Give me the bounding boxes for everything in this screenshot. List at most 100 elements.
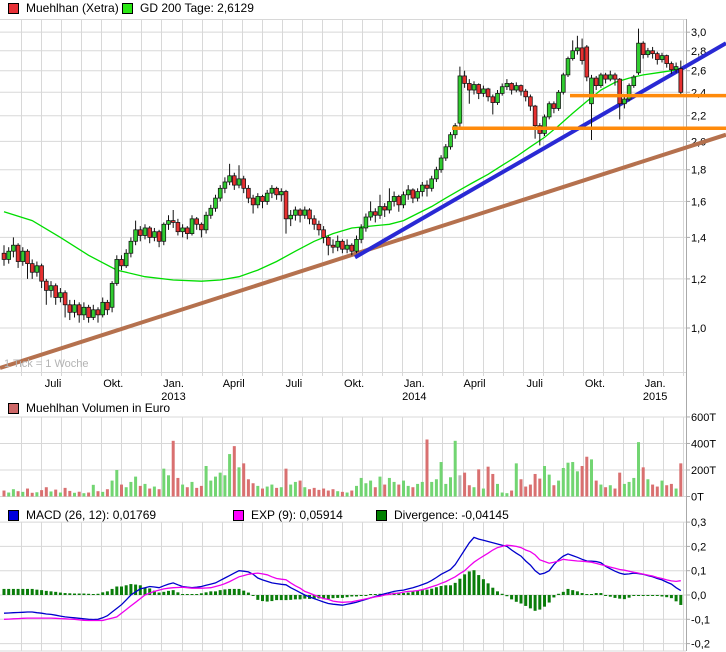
svg-text:-0,1: -0,1 xyxy=(691,614,710,626)
legend-exp: EXP (9): 0,05914 xyxy=(233,508,343,522)
divergence-bar xyxy=(326,595,330,600)
divergence-bar xyxy=(21,588,25,595)
divergence-bar xyxy=(270,595,274,602)
divergence-bar xyxy=(73,593,76,595)
divergence-bar xyxy=(373,594,377,595)
exp-color-swatch-icon xyxy=(233,509,244,521)
divergence-bar xyxy=(279,595,283,601)
volume-bar xyxy=(214,476,217,497)
volume-bar xyxy=(561,467,565,497)
divergence-bar xyxy=(646,595,650,596)
volume-bar xyxy=(632,477,636,497)
volume-bar xyxy=(590,459,593,497)
divergence-bar xyxy=(345,595,349,598)
volume-bar xyxy=(134,476,138,497)
volume-bar xyxy=(293,481,297,497)
volume-bar xyxy=(387,477,391,497)
volume-bar xyxy=(251,483,255,497)
volume-bar xyxy=(340,491,344,497)
divergence-bar xyxy=(679,595,683,605)
volume-bar xyxy=(458,475,462,497)
volume-bar xyxy=(40,490,44,497)
divergence-bar xyxy=(181,594,185,595)
volume-bar xyxy=(105,489,109,497)
volume-bar xyxy=(232,446,236,497)
legend-exp-label: EXP (9): 0,05914 xyxy=(251,508,343,522)
volume-bar xyxy=(669,483,673,497)
volume-bar xyxy=(157,489,161,497)
divergence-bar xyxy=(7,588,11,595)
divergence-bar xyxy=(101,592,105,595)
svg-text:600T: 600T xyxy=(691,412,716,424)
divergence-bar xyxy=(524,595,528,606)
divergence-bar xyxy=(369,594,373,595)
volume-bar xyxy=(552,485,556,497)
volume-bar xyxy=(411,487,415,497)
volume-bar xyxy=(496,483,499,497)
volume-bar xyxy=(434,479,438,497)
volume-bar xyxy=(350,490,354,497)
divergence-bar xyxy=(91,594,95,595)
divergence-bar xyxy=(425,589,429,595)
divergence-bar xyxy=(63,593,67,595)
divergence-bar xyxy=(528,595,532,609)
volume-bar xyxy=(303,487,307,497)
svg-text:2014: 2014 xyxy=(402,391,426,403)
svg-text:0,0: 0,0 xyxy=(691,590,706,602)
divergence-bar xyxy=(618,595,622,599)
volume-bar xyxy=(463,472,467,497)
volume-bar xyxy=(364,483,368,497)
volume-bar xyxy=(378,476,382,497)
volume-bar xyxy=(651,484,655,497)
divergence-bar xyxy=(655,595,659,596)
divergence-bar xyxy=(599,593,603,595)
svg-text:1,2: 1,2 xyxy=(691,274,706,286)
volume-bar xyxy=(284,468,288,497)
volume-bar xyxy=(82,493,86,497)
volume-bar xyxy=(444,483,448,497)
divergence-bar xyxy=(355,595,358,597)
divergence-bar xyxy=(157,592,161,595)
volume-bar xyxy=(199,485,203,497)
volume-bar xyxy=(96,491,100,497)
volume-bar xyxy=(120,484,123,497)
volume-bar xyxy=(505,493,509,497)
divergence-bar xyxy=(120,586,123,595)
divergence-bar xyxy=(613,595,617,598)
divergence-bar xyxy=(228,588,232,595)
divergence-bar xyxy=(68,593,72,595)
legend-divergence: Divergence: -0,04145 xyxy=(376,508,509,522)
svg-text:Okt.: Okt. xyxy=(344,378,364,390)
divergence-bar xyxy=(77,593,81,595)
volume-bar xyxy=(369,480,373,497)
volume-bar xyxy=(674,488,678,497)
volume-bar xyxy=(58,492,62,497)
volume-bar xyxy=(312,487,316,497)
volume-bar xyxy=(317,489,321,497)
candle xyxy=(457,66,463,129)
volume-bar xyxy=(519,479,523,497)
volume-bar xyxy=(265,486,269,497)
volume-bar xyxy=(261,488,264,497)
legend-macd: MACD (26, 12): 0,01769 xyxy=(8,508,156,522)
volume-bar xyxy=(11,489,15,497)
legend-volume: Muehlhan Volumen in Euro xyxy=(8,401,170,415)
svg-text:0T: 0T xyxy=(691,492,704,504)
volume-bar xyxy=(392,481,396,497)
divergence-bar xyxy=(293,595,297,600)
svg-text:200T: 200T xyxy=(691,465,716,477)
volume-bar xyxy=(204,466,208,497)
volume-bar xyxy=(190,481,194,497)
divergence-bar xyxy=(543,595,546,607)
volume-bar xyxy=(500,492,504,497)
volume-bar xyxy=(557,480,561,497)
divergence-bar xyxy=(134,584,138,595)
divergence-bar xyxy=(496,591,499,595)
divergence-bar xyxy=(331,595,335,599)
stock-color-swatch-icon xyxy=(8,2,19,14)
volume-bar xyxy=(533,473,537,497)
volume-bar xyxy=(308,489,311,497)
divergence-bar xyxy=(190,594,194,595)
svg-text:1,8: 1,8 xyxy=(691,165,706,177)
volume-bar xyxy=(679,463,683,497)
